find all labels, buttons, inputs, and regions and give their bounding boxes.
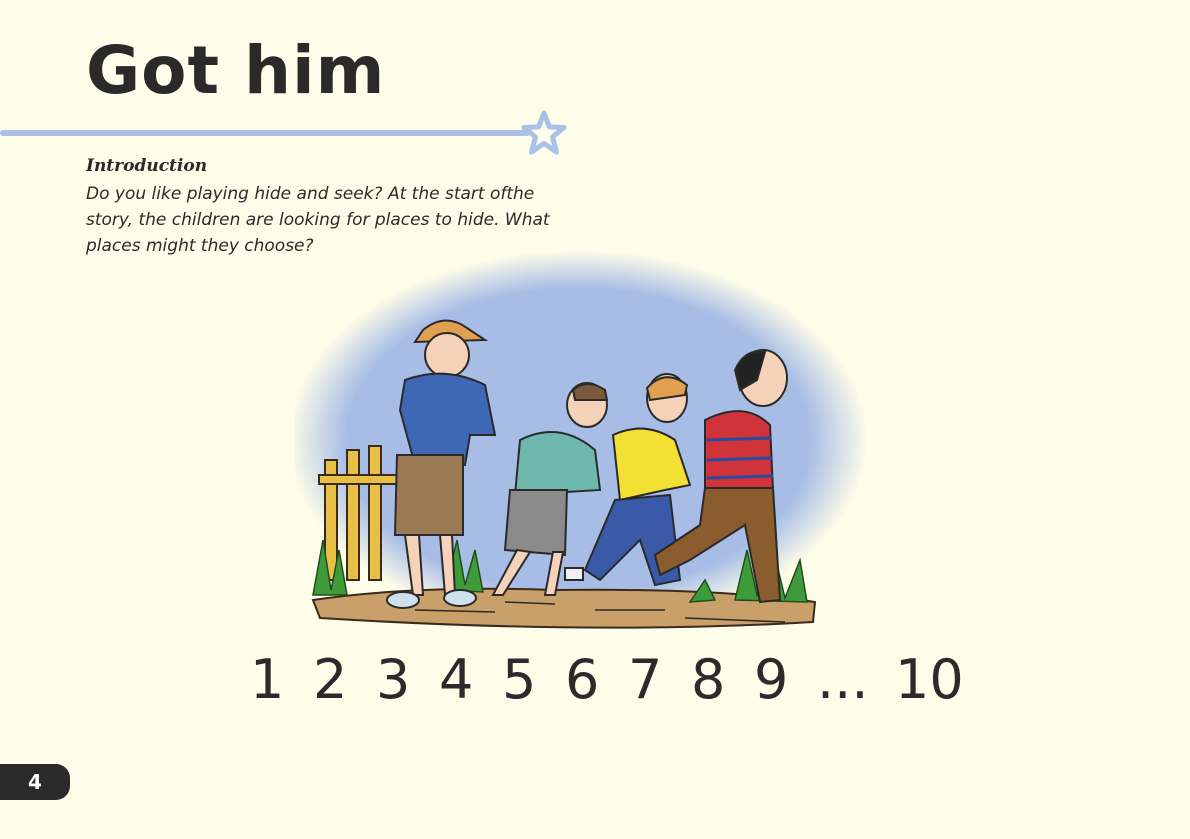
- count-number: 10: [895, 648, 964, 711]
- count-ellipsis: ...: [817, 648, 869, 711]
- introduction-heading: Introduction: [86, 156, 208, 176]
- count-number: 7: [628, 648, 663, 711]
- count-number: 6: [565, 648, 600, 711]
- title-underline: [0, 130, 530, 136]
- counting-sequence: 1 2 3 4 5 6 7 8 9 ... 10: [250, 648, 970, 718]
- count-number: 5: [502, 648, 537, 711]
- page-number: 4: [28, 770, 42, 794]
- count-number: 4: [439, 648, 474, 711]
- count-number: 2: [313, 648, 348, 711]
- star-icon: [521, 110, 567, 155]
- count-number: 1: [250, 648, 285, 711]
- introduction-text: Do you like playing hide and seek? At th…: [86, 184, 550, 256]
- page-number-tab: 4: [0, 764, 70, 800]
- count-number: 8: [691, 648, 726, 711]
- page-title: Got him: [86, 32, 386, 109]
- count-number: 9: [754, 648, 789, 711]
- count-number: 3: [376, 648, 411, 711]
- hide-and-seek-illustration: [295, 250, 865, 630]
